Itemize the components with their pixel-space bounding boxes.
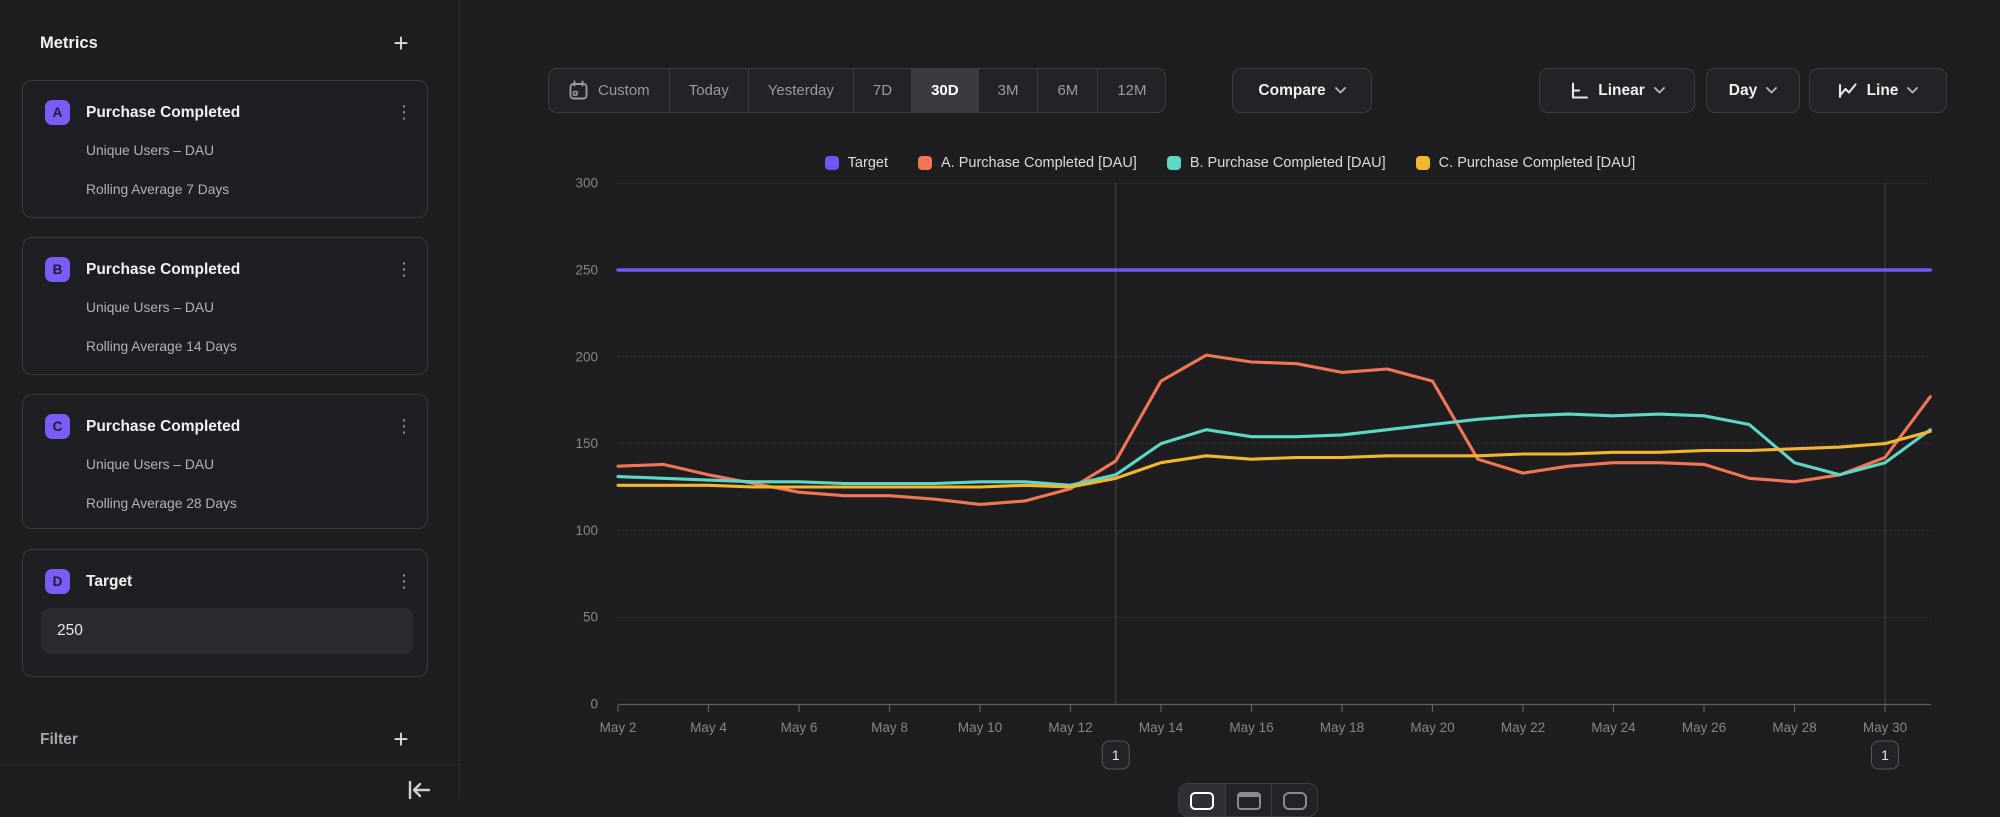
x-axis-label: May 22 [1501, 720, 1545, 735]
x-axis-label: May 8 [871, 720, 908, 735]
x-axis-label: May 30 [1863, 720, 1907, 735]
range-7d[interactable]: 7D [853, 69, 911, 112]
metric-letter-badge-a: A [45, 100, 70, 125]
kebab-menu-icon[interactable]: ⋮ [395, 256, 413, 282]
y-axis-label-50: 50 [583, 610, 598, 625]
range-3m[interactable]: 3M [978, 69, 1038, 112]
x-axis-label: May 28 [1772, 720, 1816, 735]
x-axis-label: May 12 [1048, 720, 1092, 735]
metrics-sidebar: Metrics + A Purchase Completed ⋮ Unique … [0, 0, 460, 796]
sidebar-title: Metrics [40, 34, 98, 53]
metric-transform[interactable]: Rolling Average 14 Days [86, 339, 237, 354]
chevron-down-icon [1766, 87, 1777, 94]
chart-view-button[interactable] [1179, 784, 1225, 816]
compare-button[interactable]: Compare [1232, 68, 1372, 113]
range-yesterday[interactable]: Yesterday [748, 69, 853, 112]
chevron-down-icon [1654, 87, 1665, 94]
target-card[interactable]: D Target ⋮ [22, 549, 428, 677]
card-view-icon [1283, 792, 1307, 810]
scale-linear-button[interactable]: Linear [1539, 68, 1695, 113]
add-filter-icon[interactable]: + [384, 722, 418, 756]
chart-canvas[interactable]: 0 50 100 150 200 250 300 May 2 May 4 May 6 May 8 Ma… [460, 130, 2000, 796]
range-12m[interactable]: 12M [1097, 69, 1165, 112]
metric-card-c[interactable]: C Purchase Completed ⋮ Unique Users – DA… [22, 394, 428, 529]
range-custom[interactable]: Custom [549, 69, 669, 112]
x-axis-label: May 20 [1410, 720, 1454, 735]
y-axis-label-250: 250 [575, 263, 598, 278]
metric-measure[interactable]: Unique Users – DAU [86, 300, 214, 315]
x-axis-label: May 14 [1139, 720, 1184, 735]
metric-name: Purchase Completed [86, 418, 240, 436]
y-axis-label-200: 200 [575, 349, 598, 364]
kebab-menu-icon[interactable]: ⋮ [395, 99, 413, 125]
x-axis-label: May 24 [1591, 720, 1636, 735]
filter-section-label: Filter [40, 731, 78, 749]
metric-card-b[interactable]: B Purchase Completed ⋮ Unique Users – DA… [22, 237, 428, 375]
kebab-menu-icon[interactable]: ⋮ [395, 413, 413, 439]
chart-view-icon [1190, 792, 1214, 810]
axis-linear-icon [1569, 81, 1589, 101]
metric-letter-badge-b: B [45, 257, 70, 282]
x-axis-label: May 2 [600, 720, 637, 735]
target-value-input[interactable] [41, 608, 413, 654]
line-chart-icon [1838, 81, 1858, 101]
x-axis-label: May 6 [781, 720, 818, 735]
chevron-down-icon [1907, 87, 1918, 94]
range-today[interactable]: Today [669, 69, 748, 112]
y-axis-label-300: 300 [575, 176, 598, 191]
card-view-button[interactable] [1271, 784, 1317, 816]
series-line-3[interactable] [618, 431, 1930, 487]
metric-name: Purchase Completed [86, 104, 240, 122]
metric-letter-badge-d: D [45, 569, 70, 594]
annotation-badge-label: 1 [1112, 747, 1120, 763]
chart-type-line-button[interactable]: Line [1809, 68, 1947, 113]
metric-measure[interactable]: Unique Users – DAU [86, 143, 214, 158]
target-name: Target [86, 573, 132, 591]
date-range-control: Custom Today Yesterday 7D 30D 3M 6M 12M [548, 68, 1166, 113]
add-metric-icon[interactable]: + [384, 26, 418, 60]
y-axis-label-100: 100 [575, 523, 598, 538]
sidebar-divider [0, 764, 459, 765]
granularity-day-button[interactable]: Day [1706, 68, 1800, 113]
x-axis-label: May 16 [1229, 720, 1273, 735]
y-axis-label-150: 150 [575, 436, 598, 451]
metric-transform[interactable]: Rolling Average 28 Days [86, 496, 237, 511]
table-view-button[interactable] [1225, 784, 1271, 816]
x-axis-label: May 26 [1682, 720, 1726, 735]
x-axis-label: May 18 [1320, 720, 1364, 735]
range-6m[interactable]: 6M [1037, 69, 1097, 112]
kebab-menu-icon[interactable]: ⋮ [395, 568, 413, 594]
collapse-sidebar-icon[interactable] [402, 777, 436, 807]
range-30d[interactable]: 30D [911, 69, 978, 112]
chevron-down-icon [1335, 87, 1346, 94]
metric-measure[interactable]: Unique Users – DAU [86, 457, 214, 472]
calendar-icon [568, 80, 589, 101]
metric-name: Purchase Completed [86, 261, 240, 279]
x-axis-label: May 4 [690, 720, 727, 735]
metric-card-a[interactable]: A Purchase Completed ⋮ Unique Users – DA… [22, 80, 428, 218]
x-axis-label: May 10 [958, 720, 1002, 735]
view-switcher [1178, 783, 1318, 817]
table-view-icon [1237, 792, 1261, 810]
annotation-badge-label: 1 [1881, 747, 1889, 763]
metric-letter-badge-c: C [45, 414, 70, 439]
y-axis-label-0: 0 [590, 697, 598, 712]
metric-transform[interactable]: Rolling Average 7 Days [86, 182, 229, 197]
